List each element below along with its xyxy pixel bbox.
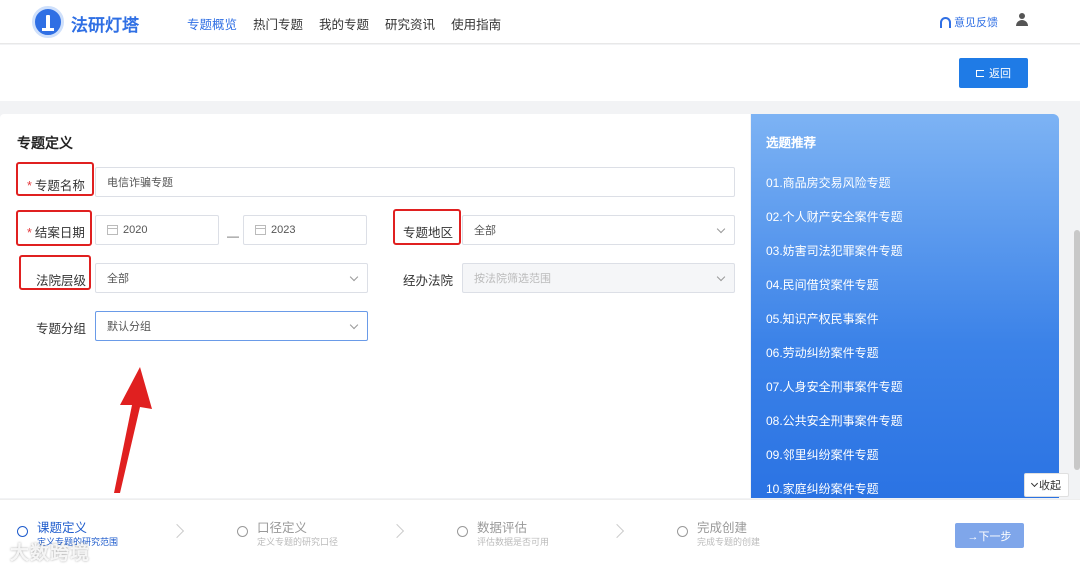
collapse-button[interactable]: 收起: [1024, 473, 1069, 497]
annotation-box-region: [393, 209, 461, 245]
court-label: 经办法院: [403, 274, 454, 288]
nav-item-hot-topics[interactable]: 热门专题: [253, 14, 303, 33]
step-subtitle: 评估数据是否可用: [477, 537, 550, 547]
sub-header: [0, 45, 1080, 101]
panel-title: 专题定义: [17, 135, 73, 151]
recommend-item[interactable]: 09.邻里纠纷案件专题: [766, 446, 879, 463]
recommend-item[interactable]: 04.民间借贷案件专题: [766, 276, 879, 293]
nav-item-overview[interactable]: 专题概览: [187, 14, 237, 33]
nav-item-my-topics[interactable]: 我的专题: [319, 14, 369, 33]
user-icon[interactable]: [1015, 13, 1029, 27]
group-label: 专题分组: [36, 322, 87, 336]
calendar-icon: [255, 225, 266, 235]
step-title[interactable]: 数据评估: [477, 517, 527, 536]
court-level-select[interactable]: 全部: [95, 263, 368, 293]
topic-name-input[interactable]: 电信诈骗专题: [95, 167, 735, 197]
step-circle-icon: [677, 526, 688, 537]
chevron-down-icon: [1030, 479, 1039, 488]
step-subtitle: 完成专题的创建: [697, 537, 761, 547]
top-navbar: [0, 0, 1080, 44]
next-step-button[interactable]: →下一步: [955, 523, 1024, 548]
date-range-separator: —: [227, 229, 239, 243]
annotation-box-court-level: [19, 255, 91, 290]
annotation-arrow-icon: [114, 367, 152, 493]
nav-item-user-guide[interactable]: 使用指南: [451, 14, 501, 33]
headset-icon: [940, 16, 951, 28]
recommend-title: 选题推荐: [766, 136, 817, 150]
recommend-item[interactable]: 05.知识产权民事案件: [766, 310, 879, 327]
recommend-item[interactable]: 10.家庭纠纷案件专题: [766, 480, 879, 497]
court-select[interactable]: 按法院筛选范围: [462, 263, 735, 293]
feedback-label: 意见反馈: [954, 17, 998, 29]
back-button[interactable]: 返回: [959, 58, 1028, 88]
topic-recommendation-panel: [751, 114, 1059, 498]
step-title[interactable]: 口径定义: [257, 517, 307, 536]
recommend-item[interactable]: 01.商品房交易风险专题: [766, 174, 891, 191]
step-title[interactable]: 完成创建: [697, 517, 747, 536]
annotation-box-close-date: [16, 210, 92, 246]
annotation-box-topic-name: [16, 162, 94, 196]
page-scrollbar[interactable]: [1074, 230, 1080, 470]
step-circle-icon: [457, 526, 468, 537]
main-nav: 专题概览 热门专题 我的专题 研究资讯 使用指南: [187, 14, 501, 33]
brand-name[interactable]: 法研灯塔: [71, 11, 139, 36]
calendar-icon: [107, 225, 118, 235]
recommend-item[interactable]: 06.劳动纠纷案件专题: [766, 344, 879, 361]
step-title[interactable]: 课题定义: [37, 517, 87, 536]
region-select[interactable]: 全部: [462, 215, 735, 245]
recommend-item[interactable]: 03.妨害司法犯罪案件专题: [766, 242, 903, 259]
chevron-down-icon: [349, 272, 359, 282]
chevron-down-icon: [349, 320, 359, 330]
recommend-item[interactable]: 08.公共安全刑事案件专题: [766, 412, 903, 429]
nav-item-research-news[interactable]: 研究资讯: [385, 14, 435, 33]
feedback-link[interactable]: 意见反馈: [940, 14, 998, 30]
return-icon: [976, 69, 984, 77]
step-subtitle: 定义专题的研究口径: [257, 537, 339, 547]
lighthouse-logo-icon[interactable]: [32, 6, 64, 38]
close-date-from[interactable]: 2020: [95, 215, 219, 245]
step-circle-icon: [237, 526, 248, 537]
step-circle-icon: [17, 526, 28, 537]
group-select[interactable]: 默认分组: [95, 311, 368, 341]
chevron-down-icon: [716, 224, 726, 234]
chevron-down-icon: [716, 272, 726, 282]
recommend-item[interactable]: 02.个人财产安全案件专题: [766, 208, 903, 225]
recommend-item[interactable]: 07.人身安全刑事案件专题: [766, 378, 903, 395]
close-date-to[interactable]: 2023: [243, 215, 367, 245]
back-label: 返回: [989, 68, 1011, 80]
watermark-text: 大数跨境: [10, 543, 91, 564]
